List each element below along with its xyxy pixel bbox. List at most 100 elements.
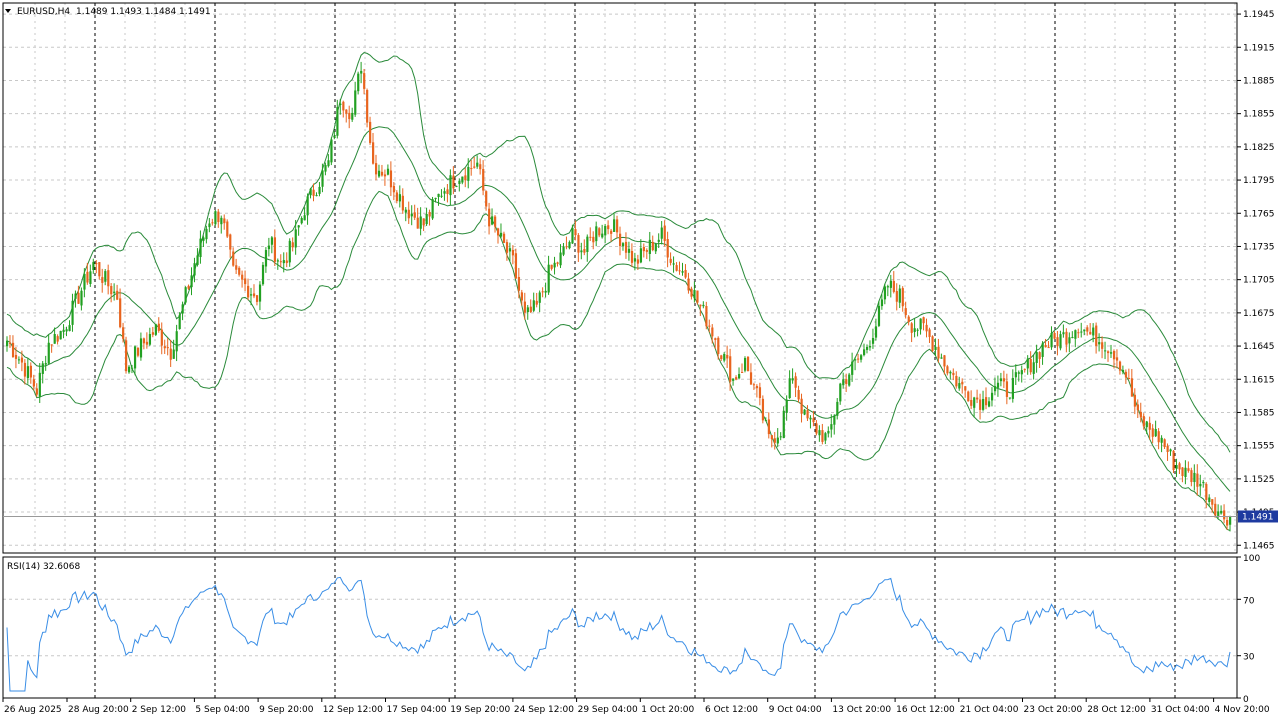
candle[interactable] (928, 327, 931, 344)
candle[interactable] (467, 158, 470, 189)
candle[interactable] (1184, 460, 1187, 485)
candle[interactable] (562, 242, 565, 257)
candle[interactable] (363, 68, 366, 95)
candle[interactable] (738, 367, 741, 380)
candle[interactable] (827, 426, 830, 438)
candle[interactable] (1130, 369, 1134, 397)
candle[interactable] (952, 368, 955, 381)
candle[interactable] (285, 252, 288, 268)
candle[interactable] (1095, 322, 1098, 354)
candle[interactable] (982, 390, 985, 412)
candle[interactable] (755, 384, 759, 398)
candle[interactable] (419, 207, 422, 236)
candle[interactable] (794, 372, 797, 398)
candle[interactable] (624, 232, 628, 259)
candle[interactable] (491, 208, 494, 226)
candle[interactable] (1017, 370, 1020, 382)
candle[interactable] (648, 231, 651, 262)
candle[interactable] (842, 372, 845, 389)
candle[interactable] (133, 345, 137, 376)
candle[interactable] (544, 282, 547, 298)
candle[interactable] (800, 393, 803, 423)
candle[interactable] (395, 190, 399, 204)
candle[interactable] (1041, 341, 1044, 365)
candle[interactable] (95, 260, 98, 274)
candle[interactable] (1154, 420, 1157, 438)
candle[interactable] (1151, 424, 1154, 444)
candle[interactable] (128, 365, 131, 374)
candle[interactable] (711, 324, 714, 344)
candle[interactable] (80, 287, 83, 311)
candle[interactable] (791, 368, 794, 384)
candle[interactable] (898, 284, 901, 309)
candle[interactable] (366, 88, 369, 128)
candle[interactable] (601, 224, 604, 239)
candle[interactable] (139, 332, 143, 361)
candle[interactable] (1169, 448, 1172, 456)
candle[interactable] (1020, 365, 1023, 383)
candle[interactable] (401, 188, 404, 214)
candle[interactable] (410, 205, 413, 226)
candle[interactable] (940, 353, 943, 359)
candle[interactable] (616, 215, 619, 239)
candle[interactable] (1136, 399, 1139, 419)
candle[interactable] (1059, 330, 1062, 351)
candle[interactable] (62, 324, 65, 339)
candle[interactable] (1026, 355, 1029, 375)
candle[interactable] (773, 432, 776, 450)
candle[interactable] (1005, 373, 1009, 405)
candle[interactable] (907, 315, 910, 326)
candle[interactable] (610, 228, 613, 242)
candle[interactable] (199, 230, 202, 264)
candle[interactable] (166, 338, 169, 356)
candle[interactable] (779, 432, 782, 441)
candle[interactable] (315, 192, 318, 197)
candle[interactable] (193, 257, 196, 283)
candle[interactable] (59, 330, 62, 340)
candle[interactable] (437, 193, 440, 206)
candle[interactable] (288, 238, 291, 267)
candle[interactable] (1053, 331, 1056, 340)
candle[interactable] (889, 274, 892, 298)
candle[interactable] (699, 304, 702, 317)
candle[interactable] (1229, 515, 1232, 532)
candle[interactable] (749, 363, 753, 385)
candle[interactable] (678, 261, 681, 275)
candle[interactable] (190, 267, 193, 296)
candle[interactable] (163, 339, 166, 354)
candle[interactable] (1023, 368, 1026, 373)
candle[interactable] (107, 264, 110, 295)
candle[interactable] (235, 258, 238, 274)
candle[interactable] (985, 387, 988, 410)
candle[interactable] (797, 385, 800, 403)
candle[interactable] (1124, 369, 1128, 384)
candle[interactable] (499, 223, 503, 239)
candle[interactable] (895, 283, 898, 311)
candle[interactable] (758, 382, 762, 406)
candle[interactable] (993, 377, 997, 396)
candle[interactable] (702, 301, 705, 309)
candle[interactable] (746, 356, 750, 372)
candle[interactable] (1175, 458, 1178, 477)
candle[interactable] (1172, 450, 1175, 474)
candle[interactable] (767, 412, 770, 439)
candle[interactable] (976, 389, 979, 404)
candle[interactable] (446, 184, 449, 203)
candle[interactable] (354, 81, 357, 117)
candle[interactable] (279, 254, 282, 267)
candle[interactable] (380, 164, 384, 177)
candle[interactable] (476, 155, 479, 169)
candle[interactable] (247, 278, 250, 301)
candle[interactable] (324, 162, 327, 176)
candle[interactable] (848, 372, 851, 387)
candle[interactable] (1047, 340, 1050, 349)
candle[interactable] (110, 283, 113, 303)
candle[interactable] (101, 268, 104, 293)
candle[interactable] (488, 202, 491, 235)
candle[interactable] (1032, 354, 1035, 380)
candle[interactable] (1163, 438, 1166, 449)
candle[interactable] (1109, 344, 1113, 358)
candle[interactable] (238, 266, 241, 277)
candle[interactable] (68, 320, 71, 332)
candle[interactable] (452, 166, 455, 195)
